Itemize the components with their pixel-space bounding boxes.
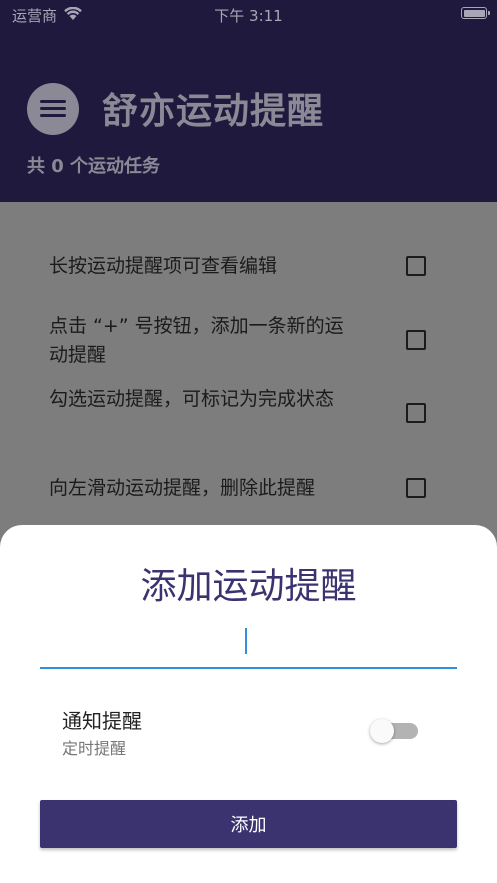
notify-title: 通知提醒 bbox=[62, 709, 142, 733]
list-item-checkbox[interactable] bbox=[406, 256, 426, 276]
list-item-text: 点击 “+” 号按钮，添加一条新的运动提醒 bbox=[49, 315, 344, 366]
status-time: 下午 3:11 bbox=[214, 7, 283, 25]
status-bar: 运营商 下午 3:11 bbox=[0, 0, 497, 30]
list-item-text: 勾选运动提醒，可标记为完成状态 bbox=[49, 388, 335, 410]
text-caret bbox=[245, 628, 247, 654]
battery-icon bbox=[461, 7, 490, 19]
list-item-checkbox[interactable] bbox=[406, 478, 426, 498]
add-reminder-sheet: 添加运动提醒 通知提醒 定时提醒 添加 bbox=[0, 525, 497, 883]
sheet-title: 添加运动提醒 bbox=[140, 566, 357, 607]
add-button[interactable]: 添加 bbox=[40, 800, 457, 848]
list-item-checkbox[interactable] bbox=[406, 330, 426, 350]
hamburger-icon-bar bbox=[40, 107, 66, 110]
notify-subtitle: 定时提醒 bbox=[62, 739, 127, 758]
menu-button[interactable] bbox=[27, 83, 79, 135]
app-header: 舒亦运动提醒 共 0 个运动任务 bbox=[0, 30, 497, 202]
notify-setting-row[interactable]: 通知提醒 定时提醒 bbox=[40, 695, 457, 765]
list-item-text: 向左滑动运动提醒，删除此提醒 bbox=[49, 477, 316, 499]
app-root: 运营商 下午 3:11 舒亦运动提醒 共 0 个运动任务 长按运动提醒项可查看编… bbox=[0, 0, 497, 883]
hamburger-icon-bar bbox=[40, 114, 66, 117]
list-item-text: 长按运动提醒项可查看编辑 bbox=[49, 255, 278, 277]
reminder-name-input[interactable] bbox=[40, 625, 457, 669]
hamburger-icon bbox=[40, 100, 66, 103]
list-item-checkbox[interactable] bbox=[406, 403, 426, 423]
app-title: 舒亦运动提醒 bbox=[102, 91, 325, 132]
task-count: 共 0 个运动任务 bbox=[27, 156, 161, 177]
notify-toggle-thumb[interactable] bbox=[370, 719, 394, 743]
